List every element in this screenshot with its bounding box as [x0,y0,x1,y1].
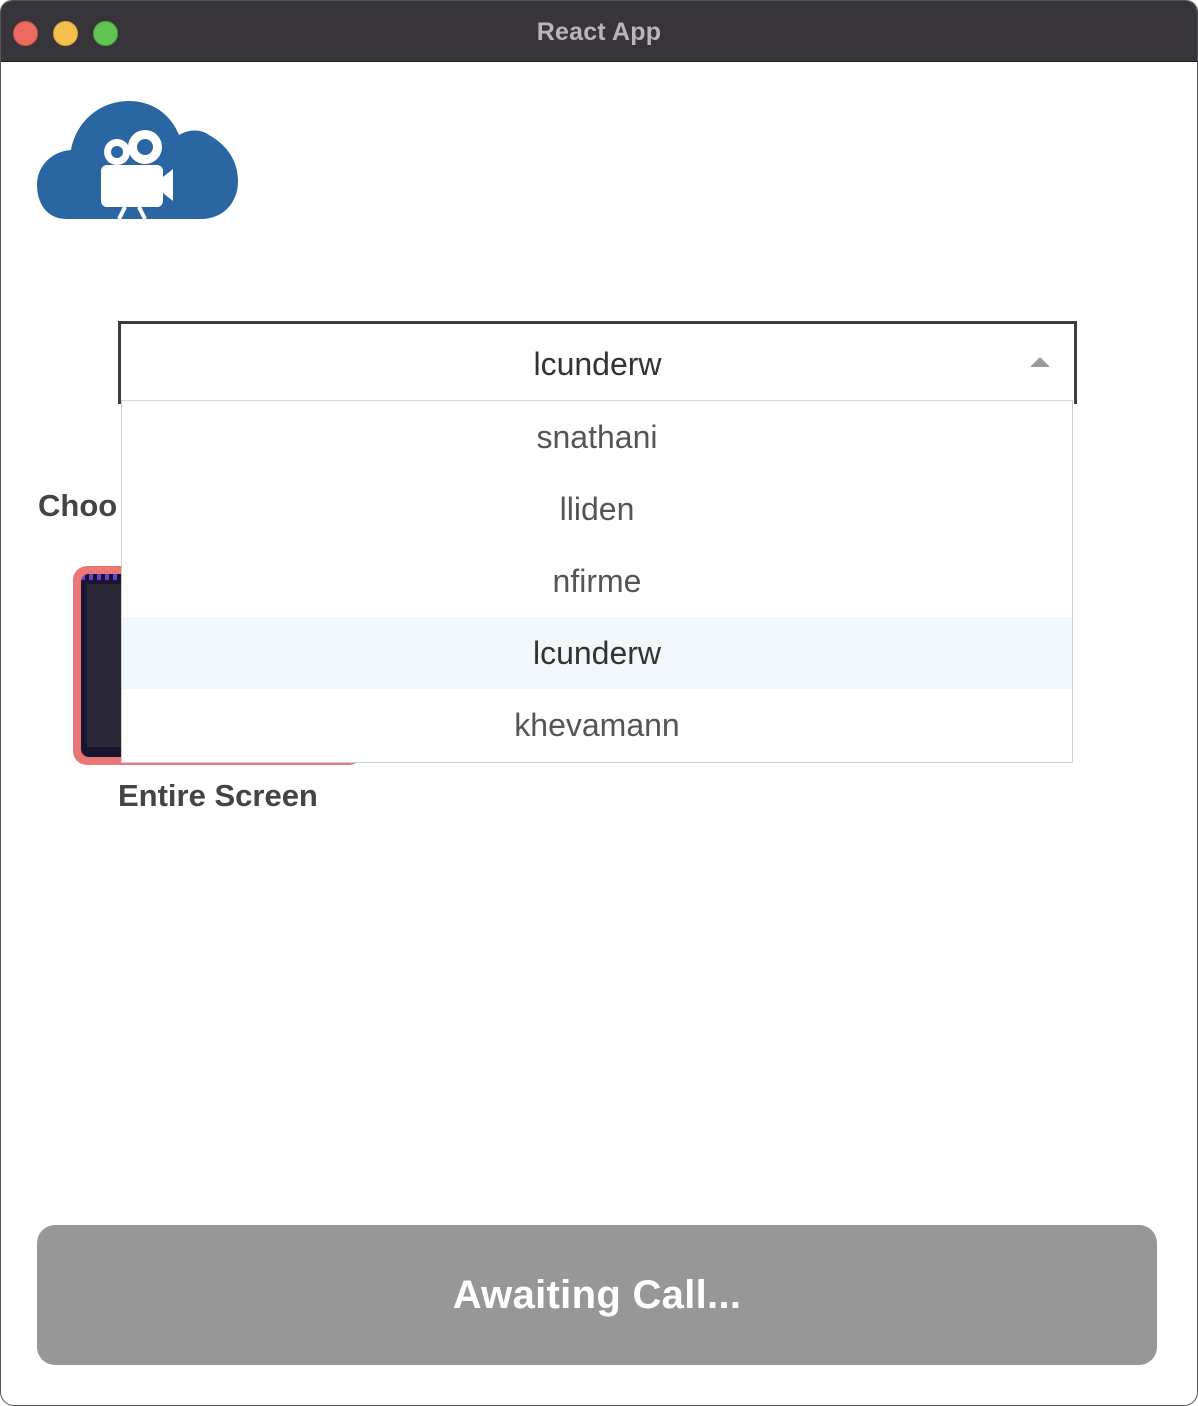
menu-option-snathani[interactable]: snathani [122,401,1072,473]
user-select[interactable]: lcunderw [118,321,1077,404]
title-bar[interactable]: React App [1,1,1197,62]
menu-option-nfirme[interactable]: nfirme [122,545,1072,617]
menu-option-lliden[interactable]: lliden [122,473,1072,545]
menu-option-khevamann[interactable]: khevamann [122,689,1072,761]
user-select-menu: snathani lliden nfirme lcunderw khevaman… [121,400,1073,763]
preview-panel [87,584,121,747]
caret-up-icon[interactable] [1030,357,1050,367]
awaiting-call-button[interactable]: Awaiting Call... [37,1225,1157,1365]
cloud-video-camera-icon [37,101,238,220]
menu-option-lcunderw[interactable]: lcunderw [122,617,1072,689]
window-title: React App [536,18,662,46]
choose-source-label: Choo [38,488,118,523]
user-select-value: lcunderw [533,346,662,382]
entire-screen-label: Entire Screen [118,778,318,813]
app-window: React App lcunderw snathani lliden nfirm… [0,0,1198,1406]
